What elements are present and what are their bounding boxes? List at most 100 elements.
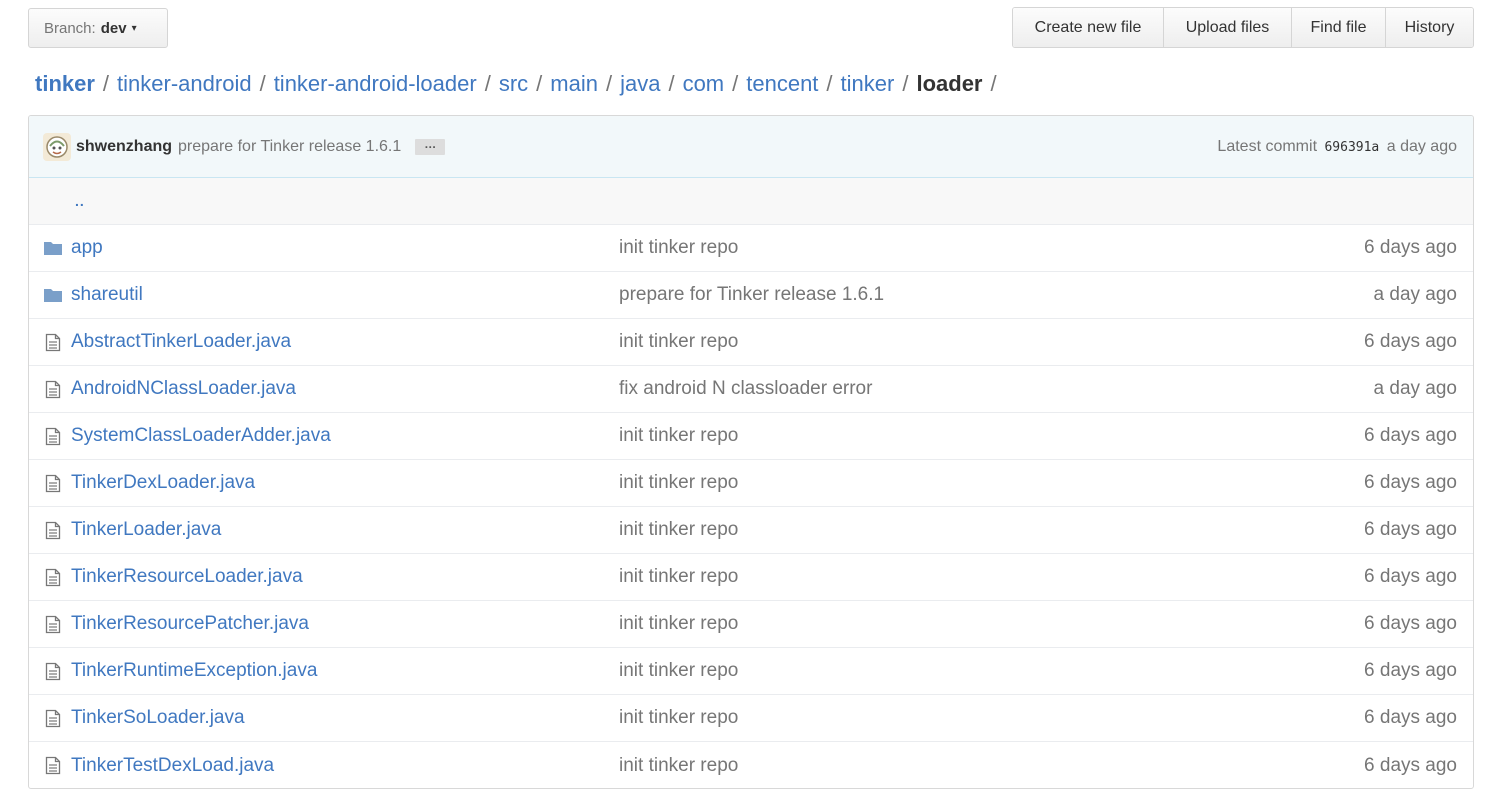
commit-message-link[interactable]: init tinker repo: [619, 660, 738, 682]
latest-commit-info: Latest commit 696391a a day ago: [1217, 138, 1457, 156]
table-row: TinkerRuntimeException.java init tinker r…: [29, 648, 1473, 695]
file-icon: [43, 426, 63, 446]
avatar[interactable]: [43, 132, 71, 161]
latest-commit-bar: shwenzhang prepare for Tinker release 1.…: [29, 116, 1473, 178]
commit-message-link[interactable]: init tinker repo: [619, 472, 738, 494]
breadcrumb-separator: /: [990, 71, 997, 96]
commit-message-link[interactable]: init tinker repo: [619, 566, 738, 588]
breadcrumb-link[interactable]: tinker: [841, 71, 895, 97]
commit-age: 6 days ago: [1364, 660, 1457, 681]
table-row: TinkerSoLoader.java init tinker repo 6 day…: [29, 695, 1473, 742]
table-row: AndroidNClassLoader.java fix android N cl…: [29, 366, 1473, 413]
latest-commit-label: Latest commit: [1217, 137, 1318, 155]
breadcrumb-separator: /: [668, 71, 675, 96]
breadcrumb: tinker / tinker-android / tinker-android-loa…: [35, 68, 1005, 100]
commit-author-link[interactable]: shwenzhang: [76, 138, 172, 156]
table-row: TinkerTestDexLoad.java init tinker repo 6 …: [29, 742, 1473, 788]
file-icon: [43, 756, 63, 776]
breadcrumb-separator: /: [484, 71, 491, 96]
table-row: TinkerLoader.java init tinker repo 6 days …: [29, 507, 1473, 554]
table-row: AbstractTinkerLoader.java init tinker rep…: [29, 319, 1473, 366]
commit-message-link[interactable]: prepare for Tinker release 1.6.1: [619, 284, 884, 306]
branch-selector-button[interactable]: Branch: dev ▾: [28, 8, 168, 48]
breadcrumb-link[interactable]: tinker-android-loader: [274, 71, 477, 97]
breadcrumb-root-link[interactable]: tinker: [35, 71, 95, 97]
commit-message-link[interactable]: init tinker repo: [619, 331, 738, 353]
commit-age: 6 days ago: [1364, 566, 1457, 587]
breadcrumb-link[interactable]: java: [620, 71, 660, 97]
commit-age: 6 days ago: [1364, 519, 1457, 540]
file-icon: [43, 520, 63, 540]
file-name-link[interactable]: TinkerRuntimeException.java: [71, 660, 619, 682]
create-new-file-button[interactable]: Create new file: [1013, 8, 1163, 47]
file-icon: [43, 614, 63, 634]
file-listing: shwenzhang prepare for Tinker release 1.…: [28, 115, 1474, 789]
commit-message-link[interactable]: init tinker repo: [619, 425, 738, 447]
file-icon: [43, 332, 63, 352]
breadcrumb-separator: /: [605, 71, 613, 96]
table-row: shareutil prepare for Tinker release 1.6.…: [29, 272, 1473, 319]
commit-age: 6 days ago: [1364, 754, 1457, 776]
file-name-link[interactable]: AbstractTinkerLoader.java: [71, 331, 619, 353]
breadcrumb-link[interactable]: src: [499, 71, 528, 97]
breadcrumb-link[interactable]: main: [550, 71, 598, 97]
file-name-link[interactable]: TinkerSoLoader.java: [71, 707, 619, 729]
commit-message-link[interactable]: prepare for Tinker release 1.6.1: [178, 138, 401, 156]
table-row: TinkerResourceLoader.java init tinker rep…: [29, 554, 1473, 601]
expand-commit-message-button[interactable]: …: [415, 138, 446, 155]
commit-message-link[interactable]: fix android N classloader error: [619, 378, 872, 400]
breadcrumb-link[interactable]: com: [683, 71, 725, 97]
file-icon: [43, 708, 63, 728]
breadcrumb-link[interactable]: tencent: [746, 71, 818, 97]
folder-icon: [43, 285, 63, 305]
commit-message-link[interactable]: init tinker repo: [619, 707, 738, 729]
upload-files-button[interactable]: Upload files: [1163, 8, 1291, 47]
table-row: TinkerResourcePatcher.java init tinker re…: [29, 601, 1473, 648]
commit-message-link[interactable]: init tinker repo: [619, 519, 738, 541]
table-row: TinkerDexLoader.java init tinker repo 6 da…: [29, 460, 1473, 507]
breadcrumb-separator: /: [902, 71, 909, 96]
file-rows: app init tinker repo 6 days ago shareutil pr…: [29, 225, 1473, 788]
parent-directory-row[interactable]: ..: [29, 178, 1473, 225]
parent-directory-link[interactable]: ..: [75, 193, 85, 209]
file-actions-button-group: Create new file Upload files Find file H…: [1012, 7, 1474, 48]
branch-prefix-label: Branch:: [44, 19, 96, 37]
commit-age: a day ago: [1373, 378, 1457, 399]
commit-age: 6 days ago: [1364, 331, 1457, 352]
file-icon: [43, 379, 63, 399]
commit-age: 6 days ago: [1364, 613, 1457, 634]
history-button[interactable]: History: [1385, 8, 1473, 47]
commit-age: a day ago: [1386, 137, 1457, 155]
file-name-link[interactable]: SystemClassLoaderAdder.java: [71, 425, 619, 447]
commit-age: 6 days ago: [1364, 425, 1457, 446]
table-row: SystemClassLoaderAdder.java init tinker r…: [29, 413, 1473, 460]
chevron-down-icon: ▾: [131, 22, 137, 34]
commit-message-link[interactable]: init tinker repo: [619, 237, 738, 259]
file-name-link[interactable]: TinkerTestDexLoad.java: [71, 755, 619, 777]
file-icon: [43, 661, 63, 681]
breadcrumb-separator: /: [102, 71, 110, 96]
file-name-link[interactable]: shareutil: [71, 284, 619, 306]
file-name-link[interactable]: TinkerResourcePatcher.java: [71, 613, 619, 635]
file-name-link[interactable]: TinkerDexLoader.java: [71, 472, 619, 494]
breadcrumb-separator: /: [259, 71, 266, 96]
breadcrumb-current: loader: [916, 71, 983, 96]
branch-name: dev: [100, 19, 127, 37]
find-file-button[interactable]: Find file: [1291, 8, 1385, 47]
file-name-link[interactable]: AndroidNClassLoader.java: [71, 378, 619, 400]
folder-icon: [43, 238, 63, 258]
file-name-link[interactable]: app: [71, 237, 619, 259]
commit-message-link[interactable]: init tinker repo: [619, 755, 738, 777]
table-row: app init tinker repo 6 days ago: [29, 225, 1473, 272]
file-name-link[interactable]: TinkerLoader.java: [71, 519, 619, 541]
commit-message-link[interactable]: init tinker repo: [619, 613, 738, 635]
commit-age: 6 days ago: [1364, 472, 1457, 493]
breadcrumb-separator: /: [732, 71, 739, 96]
file-name-link[interactable]: TinkerResourceLoader.java: [71, 566, 619, 588]
commit-age: 6 days ago: [1364, 237, 1457, 258]
breadcrumb-link[interactable]: tinker-android: [117, 71, 252, 97]
breadcrumb-separator: /: [826, 71, 833, 96]
file-icon: [43, 473, 63, 493]
commit-sha-link[interactable]: 696391a: [1324, 140, 1379, 155]
commit-age: a day ago: [1373, 284, 1457, 305]
